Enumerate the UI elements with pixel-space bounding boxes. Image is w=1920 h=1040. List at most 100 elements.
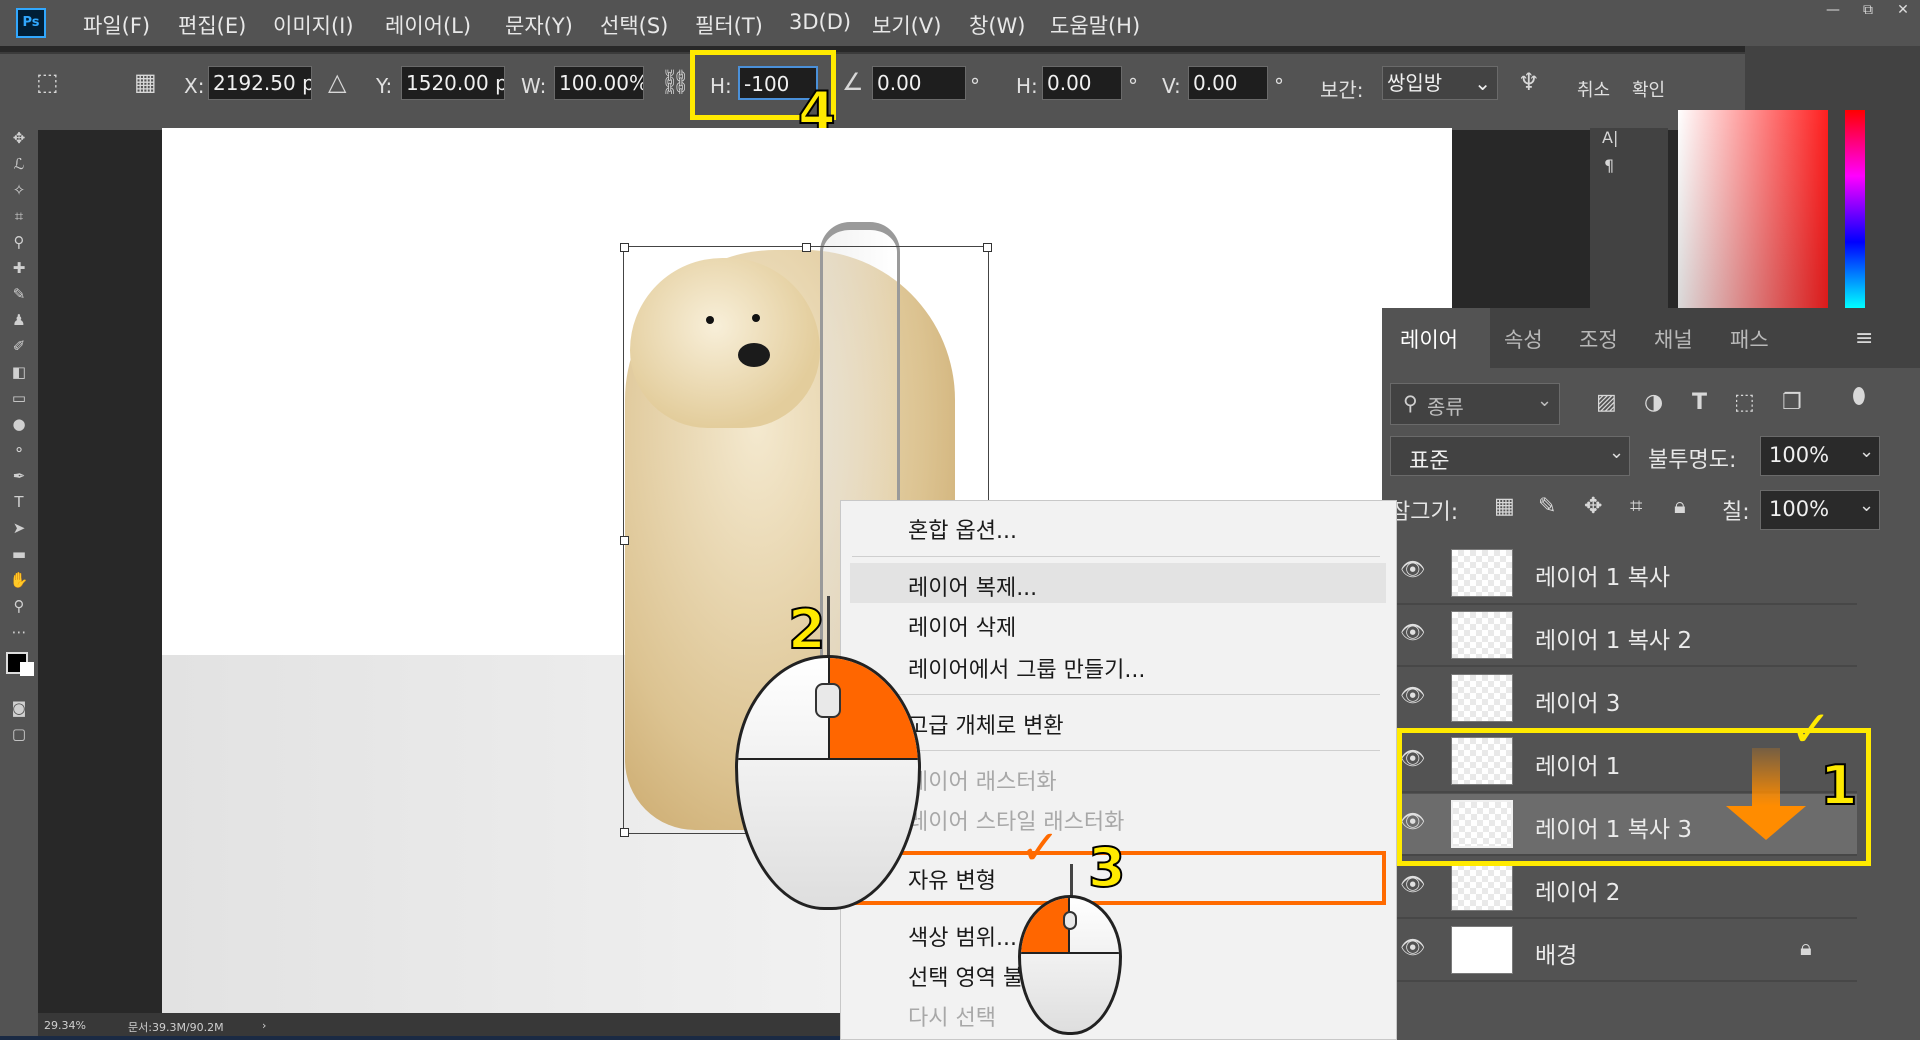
minimize-button[interactable]: —	[1815, 0, 1851, 20]
menu-item-load-selection[interactable]: 선택 영역 불	[908, 960, 1023, 992]
hand-tool-icon[interactable]: ✋	[9, 570, 29, 590]
panel-menu-icon[interactable]: ≡	[1855, 326, 1873, 351]
lock-artboard-icon[interactable]: ⌗	[1630, 494, 1642, 519]
transform-handle[interactable]	[620, 243, 629, 252]
fill-field[interactable]: 100% ⌄	[1760, 490, 1880, 530]
link-icon[interactable]: ⛓	[660, 68, 690, 96]
paragraph-icon[interactable]: ¶	[1604, 156, 1614, 175]
cancel-button[interactable]: 취소	[1577, 76, 1610, 102]
shape-tool-icon[interactable]: ▬	[9, 544, 29, 564]
move-tool-icon[interactable]: ✥	[9, 128, 29, 148]
menu-layer[interactable]: 레이어(L)	[385, 10, 471, 40]
visibility-eye-icon[interactable]: 👁︎	[1400, 872, 1425, 896]
interpolation-select[interactable]: 쌍입방 ⌄	[1382, 66, 1498, 100]
dodge-tool-icon[interactable]: ⚬	[9, 440, 29, 460]
lock-transparent-icon[interactable]: ▦	[1494, 494, 1515, 519]
y-field[interactable]: 1520.00 px	[401, 66, 505, 100]
vskew-field[interactable]: 0.00	[1188, 66, 1268, 100]
healing-brush-icon[interactable]: ✚	[9, 258, 29, 278]
hue-slider[interactable]	[1845, 110, 1865, 308]
history-brush-icon[interactable]: ✐	[9, 336, 29, 356]
pen-tool-icon[interactable]: ✒	[9, 466, 29, 486]
menu-item-convert-smart-object[interactable]: 고급 개체로 변환	[908, 708, 1064, 740]
menu-item-delete-layer[interactable]: 레이어 삭제	[908, 610, 1016, 642]
vskew-label: V:	[1162, 74, 1181, 98]
tab-adjustments[interactable]: 조정	[1579, 324, 1618, 354]
menu-image[interactable]: 이미지(I)	[273, 10, 354, 40]
menu-type[interactable]: 문자(Y)	[505, 10, 573, 40]
lasso-tool-icon[interactable]: ℒ	[9, 154, 29, 174]
transform-tool-icon[interactable]: ⬚	[36, 68, 59, 96]
zoom-level[interactable]: 29.34%	[44, 1019, 86, 1032]
quick-mask-icon[interactable]: ◙	[9, 698, 29, 718]
menu-item-group-from-layers[interactable]: 레이어에서 그룹 만들기...	[908, 652, 1145, 684]
visibility-eye-icon[interactable]: 👁︎	[1400, 935, 1425, 959]
restore-button[interactable]: ⧉	[1850, 0, 1886, 20]
status-menu-arrow[interactable]: ›	[262, 1019, 266, 1032]
warp-icon[interactable]: ♆	[1518, 68, 1540, 96]
visibility-eye-icon[interactable]: 👁︎	[1400, 620, 1425, 644]
gradient-tool-icon[interactable]: ▭	[9, 388, 29, 408]
menu-window[interactable]: 창(W)	[969, 10, 1025, 40]
menu-file[interactable]: 파일(F)	[83, 10, 150, 40]
type-tool-icon[interactable]: T	[9, 492, 29, 512]
angle-field[interactable]: 0.00	[872, 66, 966, 100]
commit-button[interactable]: 확인	[1632, 76, 1665, 102]
opacity-field[interactable]: 100% ⌄	[1760, 436, 1880, 476]
tab-channels[interactable]: 채널	[1654, 324, 1693, 354]
reference-point-icon[interactable]: ▦	[134, 68, 157, 96]
menu-item-duplicate-layer[interactable]: 레이어 복제...	[908, 570, 1037, 602]
close-button[interactable]: ✕	[1885, 0, 1920, 20]
blur-tool-icon[interactable]: ●	[9, 414, 29, 434]
menu-view[interactable]: 보기(V)	[872, 10, 941, 40]
blend-mode-select[interactable]: 표준 ⌄	[1390, 436, 1630, 476]
menu-3d[interactable]: 3D(D)	[789, 10, 851, 34]
lock-position-icon[interactable]: ✥	[1584, 494, 1602, 519]
layer-name[interactable]: 레이어 2	[1535, 873, 1620, 907]
visibility-eye-icon[interactable]: 👁︎	[1400, 557, 1425, 581]
transform-handle[interactable]	[983, 243, 992, 252]
more-tools-icon[interactable]: ⋯	[9, 622, 29, 642]
x-field[interactable]: 2192.50 px	[208, 66, 312, 100]
clone-stamp-icon[interactable]: ♟	[9, 310, 29, 330]
tab-paths[interactable]: 패스	[1730, 324, 1769, 354]
character-icon[interactable]: A|	[1602, 128, 1618, 147]
shape-filter-icon[interactable]: ⬚	[1734, 390, 1755, 415]
menu-filter[interactable]: 필터(T)	[695, 10, 763, 40]
smart-object-filter-icon[interactable]: ❐	[1782, 390, 1802, 415]
filter-toggle-icon[interactable]: ⬮	[1852, 384, 1866, 409]
width-field[interactable]: 100.00%	[554, 66, 644, 100]
eyedropper-icon[interactable]: ⚲	[9, 232, 29, 252]
lock-pixels-icon[interactable]: ✎	[1538, 494, 1556, 519]
transform-handle[interactable]	[802, 243, 811, 252]
layer-name[interactable]: 레이어 1 복사 2	[1535, 621, 1692, 655]
menu-edit[interactable]: 편집(E)	[178, 10, 246, 40]
menu-item-blending-options[interactable]: 혼합 옵션...	[908, 513, 1017, 545]
menu-item-color-range[interactable]: 색상 범위...	[908, 920, 1017, 952]
zoom-tool-icon[interactable]: ⚲	[9, 596, 29, 616]
filter-kind-select[interactable]: ⚲ 종류 ⌄	[1390, 383, 1560, 425]
magic-wand-icon[interactable]: ✧	[9, 180, 29, 200]
hskew-field[interactable]: 0.00	[1042, 66, 1122, 100]
tab-layers[interactable]: 레이어	[1400, 324, 1458, 354]
lock-all-icon[interactable]: 🔒︎	[1674, 494, 1686, 519]
type-filter-icon[interactable]: T	[1692, 390, 1707, 415]
layer-name[interactable]: 레이어 3	[1535, 684, 1620, 718]
tab-properties[interactable]: 속성	[1504, 324, 1543, 354]
transform-handle[interactable]	[620, 536, 629, 545]
menu-select[interactable]: 선택(S)	[600, 10, 668, 40]
delta-icon[interactable]: △	[328, 68, 346, 96]
path-selection-icon[interactable]: ➤	[9, 518, 29, 538]
visibility-eye-icon[interactable]: 👁︎	[1400, 683, 1425, 707]
brush-tool-icon[interactable]: ✎	[9, 284, 29, 304]
layer-name[interactable]: 레이어 1 복사	[1535, 558, 1670, 592]
pixel-filter-icon[interactable]: ▨	[1596, 390, 1617, 415]
menu-help[interactable]: 도움말(H)	[1050, 10, 1140, 40]
background-color-swatch[interactable]	[20, 662, 34, 676]
adjustment-filter-icon[interactable]: ◑	[1644, 390, 1663, 415]
eraser-icon[interactable]: ◧	[9, 362, 29, 382]
screen-mode-icon[interactable]: ▢	[9, 724, 29, 744]
layer-name[interactable]: 배경	[1535, 936, 1577, 970]
transform-handle[interactable]	[620, 828, 629, 837]
crop-tool-icon[interactable]: ⌗	[9, 206, 29, 226]
